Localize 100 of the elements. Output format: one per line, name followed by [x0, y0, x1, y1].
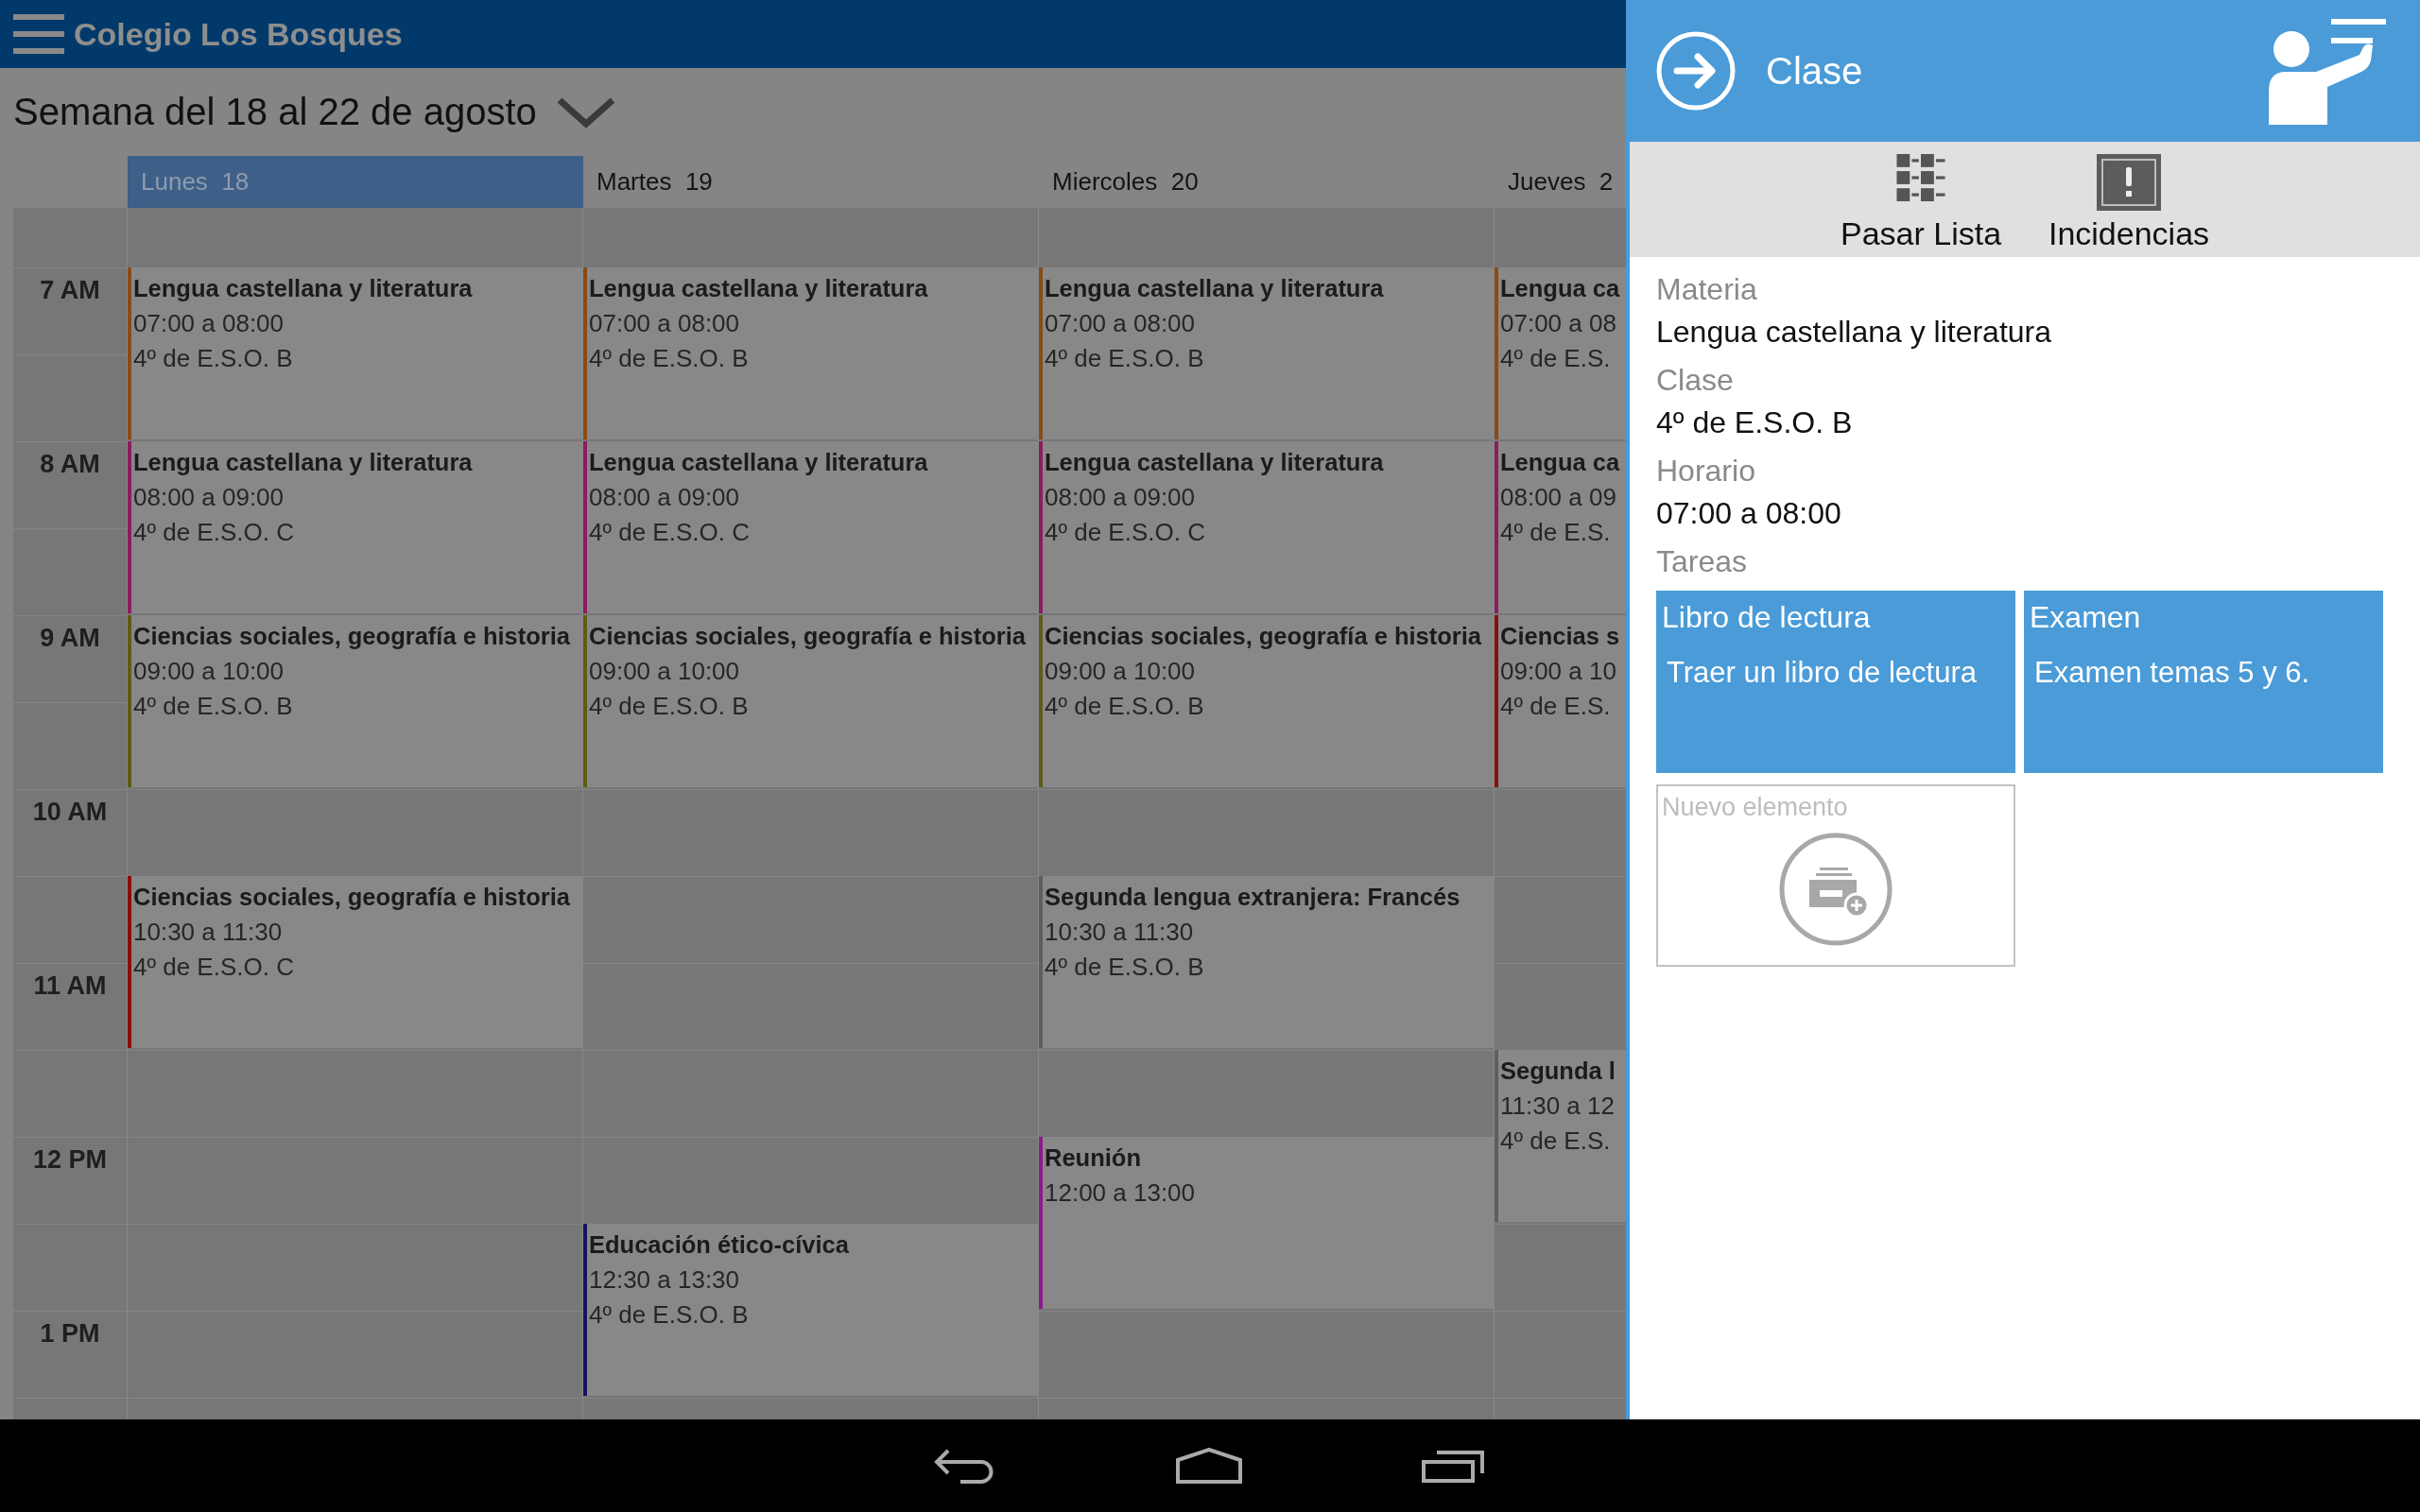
incidents-button[interactable]: Incidencias [2039, 142, 2219, 257]
event-title: Segunda lengua extranjera: Francés [1045, 883, 1461, 912]
event-title: Ciencias sociales, geografía e historia [589, 622, 1027, 651]
recent-apps-icon[interactable] [1422, 1449, 1486, 1483]
event-title: Lengua castellana y literatura [1045, 448, 1384, 477]
alert-icon [2097, 154, 2161, 211]
event-group: 4º de E.S.O. B [133, 689, 293, 724]
event-card[interactable]: Lengua castellana y literatura 08:00 a 09:00 4º de E.S.O. C [1039, 441, 1494, 613]
event-time: 09:00 a 10:00 [589, 656, 740, 687]
week-dropdown[interactable]: Semana del 18 al 22 de agosto [13, 91, 616, 133]
event-group: 4º de E.S.O. B [1045, 689, 1204, 724]
teacher-icon [2269, 17, 2386, 125]
event-card[interactable]: Segunda lengua extranjera: Francés 10:30 a 11:30 4º de E.S.O. B [1039, 876, 1494, 1048]
event-time: 07:00 a 08:00 [1045, 308, 1196, 339]
event-title: Lengua castellana y literatura [133, 274, 473, 303]
task-description: Examen temas 5 y 6. [2034, 655, 2310, 691]
event-title: Ciencias sociales, geografía e historia [1045, 622, 1482, 651]
event-card[interactable]: Ciencias sociales, geografía e historia 10:30 a 11:30 4º de E.S.O. C [128, 876, 582, 1048]
event-group: 4º de E.S. [1500, 341, 1611, 376]
event-card[interactable]: Lengua castellana y literatura 08:00 a 09:00 4º de E.S.O. C [128, 441, 582, 613]
event-time: 09:00 a 10:00 [133, 656, 285, 687]
event-time: 12:00 a 13:00 [1045, 1177, 1196, 1209]
hour-label: 7 AM [40, 275, 100, 305]
event-card[interactable]: Ciencias sociales, geografía e historia 09:00 a 10:00 4º de E.S.O. B [583, 615, 1038, 787]
hour-label: 9 AM [40, 623, 100, 653]
event-title: Ciencias sociales, geografía e historia [133, 622, 571, 651]
event-title: Educación ético-cívica [589, 1230, 849, 1260]
event-card[interactable]: Lengua castellana y literatura 07:00 a 08:00 4º de E.S.O. B [128, 267, 582, 439]
back-icon[interactable] [934, 1448, 996, 1484]
event-title: Lengua ca [1500, 274, 1620, 303]
event-title: Lengua castellana y literatura [1045, 274, 1384, 303]
event-card[interactable]: Reunión 12:00 a 13:00 [1039, 1137, 1494, 1309]
event-title: Lengua ca [1500, 448, 1620, 477]
event-group: 4º de E.S.O. B [1045, 341, 1204, 376]
event-group: 4º de E.S.O. B [589, 341, 749, 376]
event-card[interactable]: Lengua castellana y literatura 07:00 a 08:00 4º de E.S.O. B [583, 267, 1038, 439]
event-time: 10:30 a 11:30 [1045, 917, 1194, 948]
event-time: 10:30 a 11:30 [133, 917, 283, 948]
task-card[interactable]: Examen Examen temas 5 y 6. [2024, 591, 2383, 773]
event-card[interactable]: Educación ético-cívica 12:30 a 13:30 4º de E.S.O. B [583, 1224, 1038, 1396]
field-label: Horario [1656, 453, 1755, 490]
event-group: 4º de E.S. [1500, 515, 1611, 550]
event-time: 08:00 a 09 [1500, 482, 1616, 513]
event-time: 11:30 a 12 [1500, 1091, 1615, 1122]
hour-label: 11 AM [33, 971, 107, 1001]
event-time: 07:00 a 08 [1500, 308, 1616, 339]
panel-title: Clase [1766, 49, 1863, 93]
event-card[interactable]: Ciencias sociales, geografía e historia 09:00 a 10:00 4º de E.S.O. B [1039, 615, 1494, 787]
event-title: Lengua castellana y literatura [589, 274, 928, 303]
task-title: Examen [2030, 599, 2141, 636]
event-card[interactable]: Lengua castellana y literatura 08:00 a 09:00 4º de E.S.O. C [583, 441, 1038, 613]
field-value: Lengua castellana y literatura [1656, 314, 2052, 351]
event-group: 4º de E.S.O. B [589, 1297, 749, 1332]
event-title: Ciencias sociales, geografía e historia [133, 883, 571, 912]
event-card[interactable]: Ciencias s 09:00 a 10 4º de E.S. [1495, 615, 1626, 787]
chevron-down-icon [555, 95, 616, 129]
field-label: Materia [1656, 271, 1757, 308]
field-value: 07:00 a 08:00 [1656, 495, 1841, 532]
attendance-button[interactable]: Pasar Lista [1831, 142, 2011, 257]
section-label: Tareas [1656, 543, 1748, 580]
event-title: Ciencias s [1500, 622, 1620, 651]
event-time: 09:00 a 10 [1500, 656, 1616, 687]
event-group: 4º de E.S.O. C [133, 515, 294, 550]
event-group: 4º de E.S.O. C [1045, 515, 1205, 550]
arrow-circle-icon[interactable] [1656, 31, 1736, 111]
event-card[interactable]: Lengua ca 08:00 a 09 4º de E.S. [1495, 441, 1626, 613]
event-group: 4º de E.S.O. B [1045, 950, 1204, 985]
event-card[interactable]: Lengua ca 07:00 a 08 4º de E.S. [1495, 267, 1626, 439]
hour-label: 1 PM [40, 1318, 100, 1349]
event-group: 4º de E.S.O. B [133, 341, 293, 376]
hour-label: 10 AM [32, 797, 108, 827]
event-card[interactable]: Segunda l 11:30 a 12 4º de E.S. [1495, 1050, 1626, 1222]
menu-icon[interactable] [13, 12, 64, 56]
hour-label: 8 AM [40, 449, 100, 479]
event-title: Lengua castellana y literatura [589, 448, 928, 477]
event-time: 09:00 a 10:00 [1045, 656, 1196, 687]
task-title: Libro de lectura [1662, 599, 1871, 636]
app-title: Colegio Los Bosques [74, 15, 403, 53]
add-tray-icon [1778, 832, 1893, 947]
event-time: 08:00 a 09:00 [133, 482, 285, 513]
task-description: Traer un libro de lectura [1667, 655, 1977, 691]
event-group: 4º de E.S.O. C [133, 950, 294, 985]
event-group: 4º de E.S. [1500, 1124, 1611, 1159]
event-title: Reunión [1045, 1143, 1141, 1173]
list-grid-icon [1895, 154, 1946, 201]
event-group: 4º de E.S. [1500, 689, 1611, 724]
home-icon[interactable] [1176, 1448, 1242, 1484]
event-group: 4º de E.S.O. B [589, 689, 749, 724]
field-value: 4º de E.S.O. B [1656, 404, 1853, 441]
hour-label: 12 PM [32, 1144, 107, 1175]
event-time: 08:00 a 09:00 [1045, 482, 1196, 513]
event-time: 07:00 a 08:00 [133, 308, 285, 339]
event-time: 08:00 a 09:00 [589, 482, 740, 513]
field-label: Clase [1656, 362, 1734, 399]
task-card[interactable]: Libro de lectura Traer un libro de lectura [1656, 591, 2015, 773]
event-card[interactable]: Lengua castellana y literatura 07:00 a 08:00 4º de E.S.O. B [1039, 267, 1494, 439]
event-time: 07:00 a 08:00 [589, 308, 740, 339]
event-time: 12:30 a 13:30 [589, 1264, 740, 1296]
event-title: Lengua castellana y literatura [133, 448, 473, 477]
event-card[interactable]: Ciencias sociales, geografía e historia 09:00 a 10:00 4º de E.S.O. B [128, 615, 582, 787]
